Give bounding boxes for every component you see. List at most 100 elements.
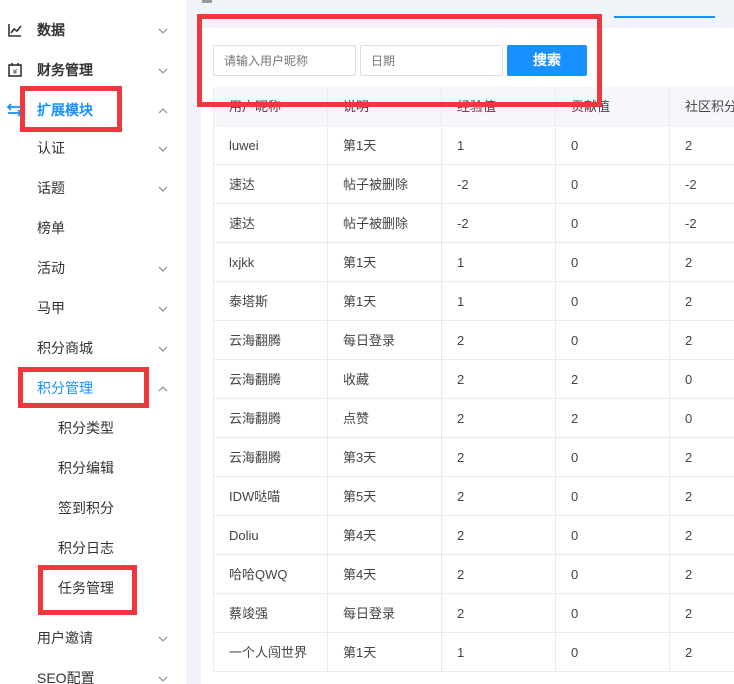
sidebar-item-label: 用户邀请 xyxy=(37,630,93,646)
table-cell: 0 xyxy=(555,555,669,594)
table-row: 蔡竣强 每日登录 2 0 2 xyxy=(213,594,734,633)
table-row: Doliu 第4天 2 0 2 xyxy=(213,516,734,555)
active-tab-indicator xyxy=(614,16,715,18)
table-cell: -2 xyxy=(441,165,555,204)
chevron-down-icon xyxy=(157,672,169,684)
table-cell: luwei xyxy=(213,126,327,165)
sidebar-item-0[interactable]: 数据 xyxy=(0,10,180,50)
chevron-up-icon xyxy=(157,382,169,394)
sidebar-item-15[interactable]: 用户邀请 xyxy=(0,618,180,658)
table-cell: -2 xyxy=(441,204,555,243)
annotation-box-task-management xyxy=(38,565,137,615)
chevron-down-icon xyxy=(157,182,169,194)
chevron-up-icon xyxy=(157,104,169,116)
table-cell: 2 xyxy=(669,555,734,594)
table-row: 云海翻腾 第3天 2 0 2 xyxy=(213,438,734,477)
table-cell: Doliu xyxy=(213,516,327,555)
sidebar-item-10[interactable]: 积分类型 xyxy=(0,408,180,448)
sidebar-item-label: 数据 xyxy=(37,22,65,38)
table-cell: IDW哒喵 xyxy=(213,477,327,516)
table-cell: 收藏 xyxy=(327,360,441,399)
table-cell: 0 xyxy=(555,321,669,360)
sidebar-item-label: 积分日志 xyxy=(58,540,114,556)
table-cell: 第1天 xyxy=(327,126,441,165)
chevron-down-icon xyxy=(157,24,169,36)
sidebar-item-label: 认证 xyxy=(37,140,65,156)
table-cell: 速达 xyxy=(213,204,327,243)
table-row: luwei 第1天 1 0 2 xyxy=(213,126,734,165)
table-cell: 第4天 xyxy=(327,516,441,555)
table-cell: 2 xyxy=(441,399,555,438)
sidebar-item-label: 财务管理 xyxy=(37,62,93,78)
table-row: 泰塔斯 第1天 1 0 2 xyxy=(213,282,734,321)
table-row: 哈哈QWQ 第4天 2 0 2 xyxy=(213,555,734,594)
sidebar-item-5[interactable]: 榜单 xyxy=(0,208,180,248)
table-cell: 0 xyxy=(555,438,669,477)
table-cell: 帖子被删除 xyxy=(327,165,441,204)
table-cell: 0 xyxy=(555,516,669,555)
table-cell: 云海翻腾 xyxy=(213,360,327,399)
sidebar-item-8[interactable]: 积分商城 xyxy=(0,328,180,368)
table-cell: 每日登录 xyxy=(327,594,441,633)
sidebar-item-label: 签到积分 xyxy=(58,500,114,516)
sidebar-item-1[interactable]: ¥ 财务管理 xyxy=(0,50,180,90)
table-cell: 2 xyxy=(441,516,555,555)
table-cell: 云海翻腾 xyxy=(213,399,327,438)
table-cell: 2 xyxy=(669,243,734,282)
annotation-box-extension xyxy=(20,86,122,132)
chevron-down-icon xyxy=(157,142,169,154)
table-cell: 第5天 xyxy=(327,477,441,516)
sidebar-item-7[interactable]: 马甲 xyxy=(0,288,180,328)
table-cell: 2 xyxy=(441,594,555,633)
table-row: 云海翻腾 每日登录 2 0 2 xyxy=(213,321,734,360)
table-cell: 2 xyxy=(669,126,734,165)
table-cell: 2 xyxy=(441,477,555,516)
sidebar-item-label: SEO配置 xyxy=(37,670,95,684)
table-cell: 0 xyxy=(669,399,734,438)
table-cell: 一个人闯世界 xyxy=(213,633,327,672)
chevron-down-icon xyxy=(157,64,169,76)
sidebar-item-12[interactable]: 签到积分 xyxy=(0,488,180,528)
table-cell: 蔡竣强 xyxy=(213,594,327,633)
table-row: 速达 帖子被删除 -2 0 -2 xyxy=(213,204,734,243)
sidebar-item-4[interactable]: 话题 xyxy=(0,168,180,208)
table-cell: 0 xyxy=(555,243,669,282)
sidebar-item-16[interactable]: SEO配置 xyxy=(0,658,180,684)
table-cell: 2 xyxy=(441,555,555,594)
table-cell: -2 xyxy=(669,204,734,243)
line-chart-icon xyxy=(7,22,23,38)
table-cell: 2 xyxy=(441,438,555,477)
table-cell: 速达 xyxy=(213,165,327,204)
sidebar-item-6[interactable]: 活动 xyxy=(0,248,180,288)
table-row: 速达 帖子被删除 -2 0 -2 xyxy=(213,165,734,204)
table-cell: 1 xyxy=(441,243,555,282)
table-cell: 0 xyxy=(555,126,669,165)
table-cell: 点赞 xyxy=(327,399,441,438)
table-cell: 2 xyxy=(669,282,734,321)
sidebar-item-label: 马甲 xyxy=(37,300,65,316)
svg-text:¥: ¥ xyxy=(13,68,18,76)
table-cell: 云海翻腾 xyxy=(213,438,327,477)
table-cell: 第1天 xyxy=(327,243,441,282)
sidebar-item-11[interactable]: 积分编辑 xyxy=(0,448,180,488)
table-cell: 2 xyxy=(555,399,669,438)
table-cell: 第1天 xyxy=(327,633,441,672)
sidebar-item-13[interactable]: 积分日志 xyxy=(0,528,180,568)
table-cell: 泰塔斯 xyxy=(213,282,327,321)
table-cell: 云海翻腾 xyxy=(213,321,327,360)
table-cell: 1 xyxy=(441,126,555,165)
column-header: 社区积分 xyxy=(669,87,734,126)
table-cell: 第3天 xyxy=(327,438,441,477)
table-cell: 第4天 xyxy=(327,555,441,594)
table-cell: 1 xyxy=(441,282,555,321)
table-cell: 2 xyxy=(669,516,734,555)
table-cell: 2 xyxy=(669,633,734,672)
chevron-down-icon xyxy=(157,302,169,314)
sidebar-item-3[interactable]: 认证 xyxy=(0,128,180,168)
table-cell: 每日登录 xyxy=(327,321,441,360)
table-cell: lxjkk xyxy=(213,243,327,282)
table-row: IDW哒喵 第5天 2 0 2 xyxy=(213,477,734,516)
annotation-box-search xyxy=(197,14,602,107)
table-cell: 2 xyxy=(555,360,669,399)
table-cell: 哈哈QWQ xyxy=(213,555,327,594)
